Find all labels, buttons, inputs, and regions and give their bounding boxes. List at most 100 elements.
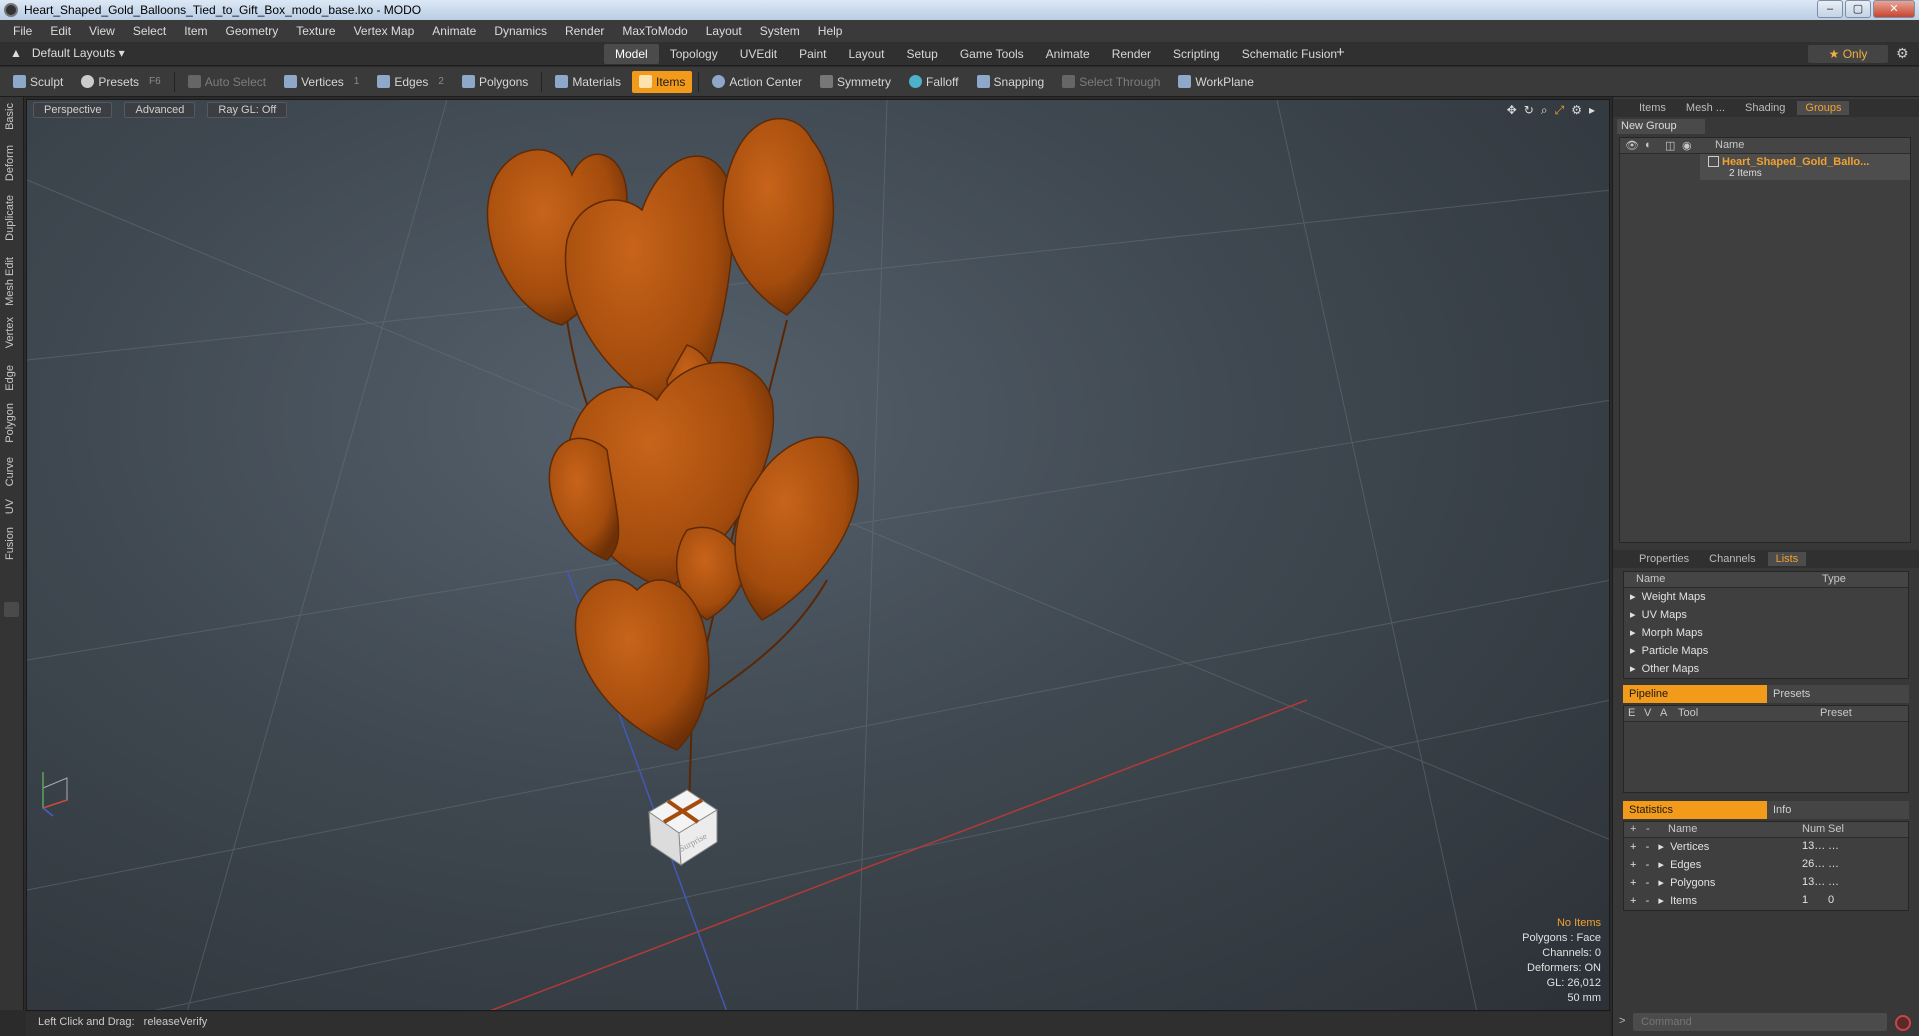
gear-icon[interactable]: ⚙ <box>1896 45 1909 62</box>
vertices-button[interactable]: Vertices 1 <box>277 71 366 93</box>
menu-maxtomodo[interactable]: MaxToModo <box>613 24 696 38</box>
tab-shading[interactable]: Shading <box>1737 101 1793 115</box>
viewport-menu-arrow-icon[interactable]: ▸ <box>1589 103 1595 118</box>
tab-mesh[interactable]: Mesh ... <box>1678 101 1733 115</box>
menu-view[interactable]: View <box>80 24 124 38</box>
menu-system[interactable]: System <box>751 24 809 38</box>
tab-groups[interactable]: Groups <box>1797 101 1850 115</box>
stats-collapse-all-icon[interactable]: - <box>1646 823 1650 835</box>
rotate-icon[interactable]: ↻ <box>1524 103 1534 118</box>
workplane-button[interactable]: WorkPlane <box>1171 71 1260 93</box>
stats-row-vertices[interactable]: + - ▸ Vertices 13…… <box>1630 840 1900 853</box>
list-item-morph-maps[interactable]: ▸ Morph Maps <box>1630 626 1703 639</box>
tab-paint[interactable]: Paint <box>788 44 837 64</box>
zoom-icon[interactable]: ⌕ <box>1541 103 1548 118</box>
left-tab-fusion[interactable]: Fusion <box>4 527 16 560</box>
sculpt-button[interactable]: Sculpt <box>6 71 70 93</box>
tab-game-tools[interactable]: Game Tools <box>949 44 1035 64</box>
menu-help[interactable]: Help <box>809 24 852 38</box>
tab-lists[interactable]: Lists <box>1767 552 1807 566</box>
left-tab-deform[interactable]: Deform <box>4 145 16 181</box>
close-button[interactable]: ✕ <box>1873 0 1915 18</box>
stats-row-items[interactable]: + - ▸ Items 1 0 <box>1630 894 1900 907</box>
presets-button[interactable]: Presets F6 <box>74 71 167 93</box>
tab-presets[interactable]: Presets <box>1767 685 1909 703</box>
title-bar: Heart_Shaped_Gold_Balloons_Tied_to_Gift_… <box>0 0 1919 20</box>
command-history-icon[interactable] <box>1895 1015 1911 1031</box>
select-through-button[interactable]: Select Through <box>1055 71 1167 93</box>
symmetry-button[interactable]: Symmetry <box>813 71 898 93</box>
falloff-button[interactable]: Falloff <box>902 71 965 93</box>
menu-dynamics[interactable]: Dynamics <box>485 24 556 38</box>
left-tab-basic[interactable]: Basic <box>4 103 16 130</box>
3d-viewport[interactable]: Surprise Perspective Advanced Ray GL: Of… <box>26 99 1610 1011</box>
shading-advanced-button[interactable]: Advanced <box>124 102 196 118</box>
vertices-icon <box>284 75 298 88</box>
maximize-button[interactable]: ▢ <box>1845 0 1871 18</box>
left-tab-curve[interactable]: Curve <box>4 457 16 486</box>
lists-col-type: Type <box>1822 573 1846 585</box>
tab-properties[interactable]: Properties <box>1631 552 1697 566</box>
raygl-toggle[interactable]: Ray GL: Off <box>207 102 288 118</box>
tab-info[interactable]: Info <box>1767 801 1909 819</box>
tab-pipeline[interactable]: Pipeline <box>1623 685 1767 703</box>
polygons-button[interactable]: Polygons <box>455 71 535 93</box>
left-tab-duplicate[interactable]: Duplicate <box>4 195 16 241</box>
presets-icon <box>81 75 95 88</box>
viewport-gear-icon[interactable]: ⚙ <box>1571 103 1582 118</box>
left-tab-edge[interactable]: Edge <box>4 365 16 391</box>
tab-model[interactable]: Model <box>604 44 659 64</box>
edges-button[interactable]: Edges 2 <box>370 71 451 93</box>
tab-statistics[interactable]: Statistics <box>1623 801 1767 819</box>
menu-vertex-map[interactable]: Vertex Map <box>345 24 424 38</box>
tab-topology[interactable]: Topology <box>659 44 729 64</box>
list-item-particle-maps[interactable]: ▸ Particle Maps <box>1630 644 1708 657</box>
left-tab-mesh-edit[interactable]: Mesh Edit <box>4 257 16 306</box>
left-tab-uv[interactable]: UV <box>4 499 16 514</box>
tab-layout[interactable]: Layout <box>837 44 895 64</box>
new-group-button[interactable]: New Group <box>1617 119 1705 134</box>
stats-row-edges[interactable]: + - ▸ Edges 26…… <box>1630 858 1900 871</box>
tab-setup[interactable]: Setup <box>895 44 948 64</box>
menu-texture[interactable]: Texture <box>287 24 344 38</box>
menu-edit[interactable]: Edit <box>41 24 80 38</box>
pan-icon[interactable]: ✥ <box>1507 103 1517 118</box>
command-input[interactable] <box>1633 1013 1887 1031</box>
list-item-uv-maps[interactable]: ▸ UV Maps <box>1630 608 1687 621</box>
add-tab-plus-icon[interactable]: + <box>1336 44 1345 61</box>
tab-render[interactable]: Render <box>1101 44 1162 64</box>
left-tab-vertex[interactable]: Vertex <box>4 317 16 348</box>
menu-render[interactable]: Render <box>556 24 613 38</box>
auto-select-button[interactable]: Auto Select <box>181 71 273 93</box>
menu-file[interactable]: File <box>4 24 41 38</box>
tab-animate[interactable]: Animate <box>1035 44 1101 64</box>
fit-icon[interactable]: ⤢ <box>1555 103 1565 118</box>
tab-scripting[interactable]: Scripting <box>1162 44 1231 64</box>
view-perspective-button[interactable]: Perspective <box>33 102 113 118</box>
action-center-button[interactable]: Action Center <box>705 71 809 93</box>
tab-schematic-fusion[interactable]: Schematic Fusion <box>1231 44 1348 64</box>
tab-channels[interactable]: Channels <box>1701 552 1763 566</box>
menu-animate[interactable]: Animate <box>423 24 485 38</box>
group-item-row[interactable]: Heart_Shaped_Gold_Ballo... 2 Items <box>1700 154 1910 180</box>
list-item-other-maps[interactable]: ▸ Other Maps <box>1630 662 1699 675</box>
layout-selector[interactable]: Default Layouts ▾ <box>32 46 125 60</box>
left-tab-polygon[interactable]: Polygon <box>4 403 16 443</box>
menu-geometry[interactable]: Geometry <box>217 24 288 38</box>
snapping-button[interactable]: Snapping <box>970 71 1052 93</box>
minimize-button[interactable]: – <box>1817 0 1843 18</box>
stat-items: No Items <box>1556 917 1601 929</box>
menu-item[interactable]: Item <box>175 24 216 38</box>
tab-uvedit[interactable]: UVEdit <box>729 44 788 64</box>
left-panel-toggle-icon[interactable] <box>4 602 19 617</box>
menu-select[interactable]: Select <box>124 24 175 38</box>
materials-button[interactable]: Materials <box>548 71 628 93</box>
tab-items[interactable]: Items <box>1631 101 1674 115</box>
layout-arrow-icon[interactable]: ▲ <box>10 46 22 60</box>
only-toggle[interactable]: ★ Only <box>1808 45 1888 63</box>
menu-layout[interactable]: Layout <box>697 24 751 38</box>
list-item-weight-maps[interactable]: ▸ Weight Maps <box>1630 590 1706 603</box>
items-button[interactable]: Items <box>632 70 693 93</box>
stats-row-polygons[interactable]: + - ▸ Polygons 13…… <box>1630 876 1900 889</box>
stats-expand-all-icon[interactable]: + <box>1630 823 1636 835</box>
